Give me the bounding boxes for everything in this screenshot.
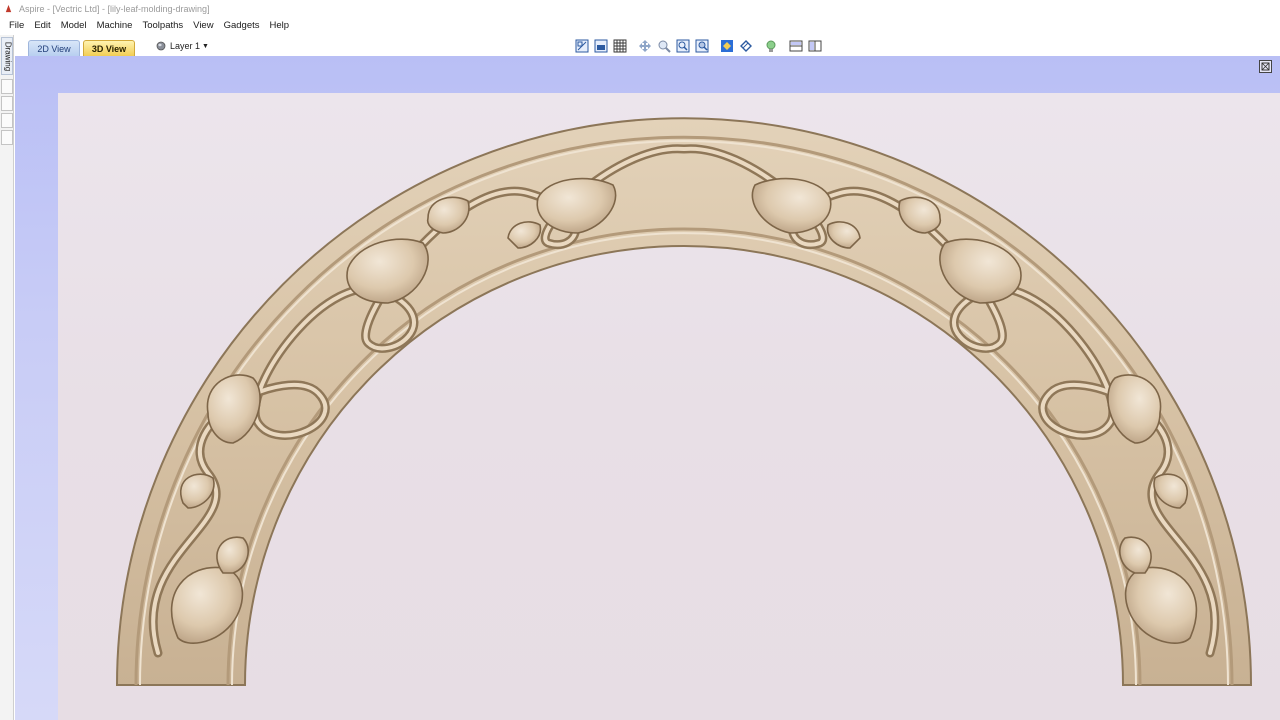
tab-3d-view[interactable]: 3D View <box>83 40 135 56</box>
render-mode-icon[interactable] <box>719 38 735 54</box>
panel-tab-slot[interactable] <box>1 113 13 128</box>
zoom-icon[interactable] <box>656 38 672 54</box>
drawing-tab-label: Drawing <box>3 41 13 72</box>
zoom-box-icon[interactable] <box>675 38 691 54</box>
panel-tab-slot[interactable] <box>1 96 13 111</box>
viewport-maximize-icon[interactable] <box>1259 60 1272 73</box>
window-title: Aspire - [Vectric Ltd] - [lily-leaf-mold… <box>19 3 210 14</box>
chevron-down-icon: ▼ <box>202 42 209 50</box>
menu-edit[interactable]: Edit <box>29 17 55 34</box>
top-view-icon[interactable] <box>593 38 609 54</box>
zoom-extents-icon[interactable] <box>574 38 590 54</box>
layer-icon <box>156 41 166 51</box>
view-toolbar: 2D View 3D View Layer 1 ▼ <box>14 35 1280 56</box>
layer-selector[interactable]: Layer 1 ▼ <box>156 39 209 53</box>
layer-label: Layer 1 <box>170 41 201 51</box>
lighting-icon[interactable] <box>763 38 779 54</box>
left-panel-strip: Drawing <box>0 35 14 720</box>
menu-bar: File Edit Model Machine Toolpaths View G… <box>0 17 1280 34</box>
panel-tab-slot[interactable] <box>1 130 13 145</box>
tab-2d-view[interactable]: 2D View <box>28 40 80 56</box>
menu-view[interactable]: View <box>188 17 218 34</box>
arch-outer-band <box>115 117 1253 686</box>
panel-tab-slot[interactable] <box>1 79 13 94</box>
split-vertical-icon[interactable] <box>807 38 823 54</box>
pan-icon[interactable] <box>637 38 653 54</box>
title-bar: Aspire - [Vectric Ltd] - [lily-leaf-mold… <box>0 0 1280 17</box>
grid-icon[interactable] <box>612 38 628 54</box>
menu-model[interactable]: Model <box>56 17 92 34</box>
menu-gadgets[interactable]: Gadgets <box>219 17 265 34</box>
menu-file[interactable]: File <box>4 17 29 34</box>
drawing-panel-tab[interactable]: Drawing <box>1 37 13 75</box>
aspire-app-icon <box>5 4 12 13</box>
material-board <box>58 93 1280 720</box>
menu-machine[interactable]: Machine <box>92 17 138 34</box>
split-horizontal-icon[interactable] <box>788 38 804 54</box>
view-tool-icons <box>574 37 826 54</box>
3d-viewport[interactable] <box>15 56 1280 720</box>
zoom-selection-icon[interactable] <box>694 38 710 54</box>
arch-molding-model <box>115 117 1253 686</box>
menu-toolpaths[interactable]: Toolpaths <box>137 17 188 34</box>
shading-icon[interactable] <box>738 38 754 54</box>
menu-help[interactable]: Help <box>265 17 295 34</box>
